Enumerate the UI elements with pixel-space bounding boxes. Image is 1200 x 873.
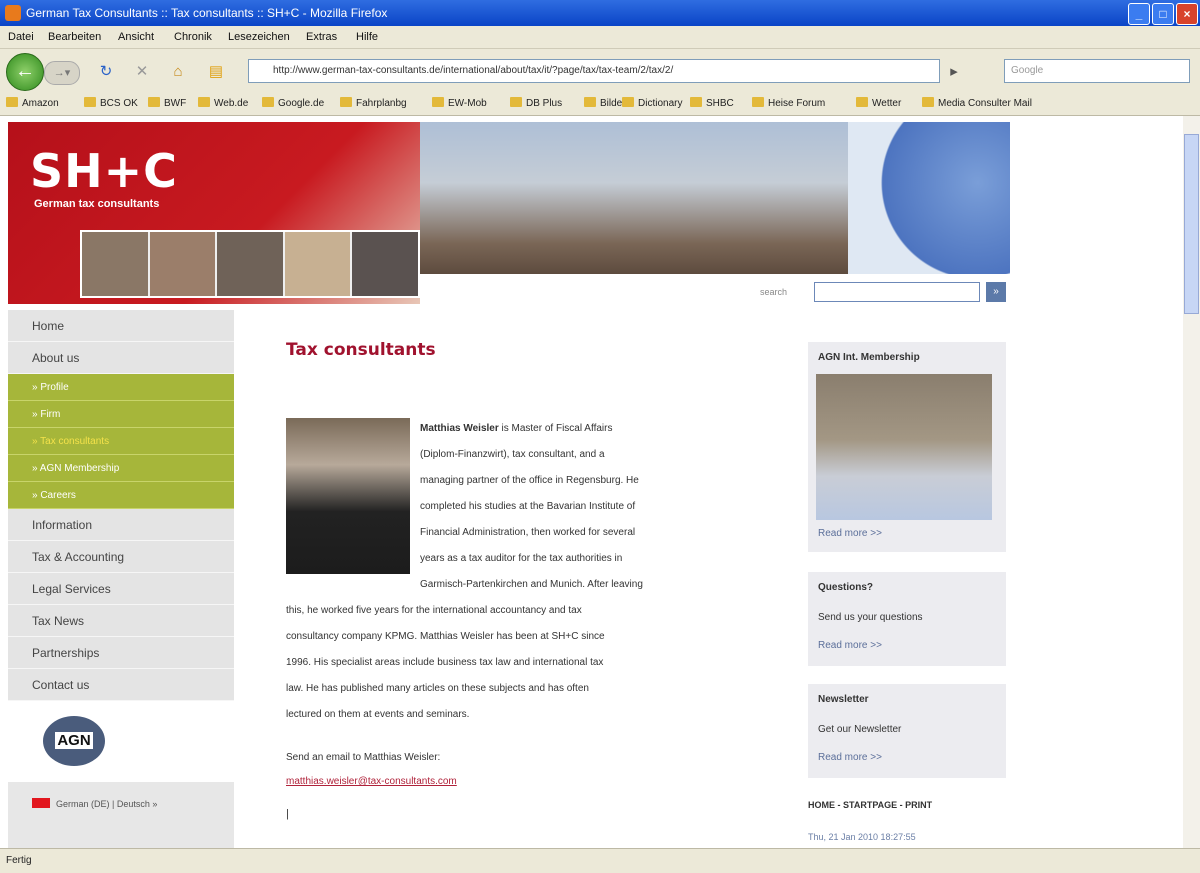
newsletter-read-more-link[interactable]: Read more >> — [818, 752, 882, 763]
bookmark-item[interactable]: EW-Mob — [432, 97, 487, 109]
status-bar: Fertig — [0, 848, 1200, 873]
bookmark-item[interactable]: Media Consulter Mail — [922, 97, 1032, 109]
nav-contact-us[interactable]: Contact us — [8, 669, 234, 701]
agn-membership-box: AGN Int. Membership Read more >> — [808, 342, 1006, 552]
header-banner-left: SH+C German tax consultants — [8, 122, 420, 304]
menu-help[interactable]: Hilfe — [356, 31, 378, 43]
home-icon[interactable]: ⌂ — [168, 62, 188, 82]
agn-logo-text: AGN — [55, 732, 93, 749]
url-text: http://www.german-tax-consultants.de/int… — [273, 65, 674, 76]
nav-information[interactable]: Information — [8, 509, 234, 541]
bookmark-item[interactable]: Bilder — [584, 97, 626, 109]
last-updated-date: Thu, 21 Jan 2010 18:27:55 — [808, 832, 916, 842]
nav-agn-membership[interactable]: » AGN Membership — [8, 455, 234, 482]
site-container: SH+C German tax consultants search » Hom… — [8, 122, 1010, 848]
newsletter-text: Get our Newsletter — [818, 724, 902, 735]
menu-file[interactable]: Datei — [8, 31, 34, 43]
bookmark-item[interactable]: Wetter — [856, 97, 901, 109]
bookmark-item[interactable]: Google.de — [262, 97, 324, 109]
bookmark-item[interactable]: Web.de — [198, 97, 248, 109]
nav-about-us[interactable]: About us — [8, 342, 234, 374]
site-nav: Home About us » Profile » Firm » Tax con… — [8, 310, 234, 701]
window-title: German Tax Consultants :: Tax consultant… — [26, 6, 388, 20]
site-search-input[interactable] — [814, 282, 980, 302]
window-titlebar: German Tax Consultants :: Tax consultant… — [0, 0, 1200, 26]
address-bar[interactable]: http://www.german-tax-consultants.de/int… — [248, 59, 940, 83]
menu-edit[interactable]: Bearbeiten — [48, 31, 101, 43]
bookmark-item[interactable]: Dictionary — [622, 97, 682, 109]
bookmark-item[interactable]: BWF — [148, 97, 186, 109]
bookmark-item[interactable]: Amazon — [6, 97, 59, 109]
bookmark-item[interactable]: Heise Forum — [752, 97, 825, 109]
newsletter-title: Newsletter — [818, 694, 869, 705]
logo-text: SH+C — [30, 144, 178, 198]
consultant-bio: Matthias Weisler is Master of Fiscal Aff… — [286, 423, 643, 720]
menubar: Datei Bearbeiten Ansicht Chronik Lesezei… — [0, 26, 1200, 49]
agn-logo[interactable]: AGN — [30, 708, 118, 774]
nav-partnerships[interactable]: Partnerships — [8, 637, 234, 669]
bookmark-item[interactable]: DB Plus — [510, 97, 562, 109]
europe-map-image — [848, 122, 1010, 274]
bookmark-item[interactable]: BCS OK — [84, 97, 138, 109]
questions-text: Send us your questions — [818, 612, 923, 623]
nav-careers[interactable]: » Careers — [8, 482, 234, 509]
newsletter-box: Newsletter Get our Newsletter Read more … — [808, 684, 1006, 778]
agn-membership-title: AGN Int. Membership — [818, 352, 920, 363]
nav-footer — [8, 782, 234, 848]
site-logo[interactable]: SH+C — [30, 144, 178, 198]
site-search-button[interactable]: » — [986, 282, 1006, 302]
nav-tax-consultants[interactable]: » Tax consultants — [8, 428, 234, 455]
nav-tax-news[interactable]: Tax News — [8, 605, 234, 637]
email-intro: Send an email to Matthias Weisler: — [286, 752, 441, 763]
page-title: Tax consultants — [286, 340, 436, 360]
email-link[interactable]: matthias.weisler@tax-consultants.com — [286, 776, 457, 787]
browser-search-input[interactable]: Google — [1004, 59, 1190, 83]
footer-links[interactable]: HOME - STARTPAGE - PRINT — [808, 800, 932, 810]
nav-tax-accounting[interactable]: Tax & Accounting — [8, 541, 234, 573]
main-content: Tax consultants Matthias Weisler is Mast… — [286, 340, 756, 820]
page-viewport: SH+C German tax consultants search » Hom… — [0, 116, 1183, 848]
bookmarks-toolbar: Amazon BCS OK BWF Web.de Google.de Fahrp… — [0, 93, 1200, 116]
language-label: German (DE) | Deutsch » — [56, 799, 158, 809]
minimize-button[interactable]: _ — [1128, 3, 1150, 25]
language-switch[interactable]: German (DE) | Deutsch » — [32, 798, 157, 809]
site-search-label: search — [760, 287, 788, 297]
questions-box: Questions? Send us your questions Read m… — [808, 572, 1006, 666]
scrollbar-thumb[interactable] — [1184, 134, 1199, 314]
maximize-button[interactable]: □ — [1152, 3, 1174, 25]
team-photos — [80, 230, 420, 298]
agn-membership-photo — [816, 374, 992, 520]
bookmark-icon[interactable]: ▤ — [206, 62, 226, 82]
menu-bookmarks[interactable]: Lesezeichen — [228, 31, 290, 43]
menu-tools[interactable]: Extras — [306, 31, 337, 43]
header-banner-image — [420, 122, 1010, 274]
nav-legal-services[interactable]: Legal Services — [8, 573, 234, 605]
nav-home[interactable]: Home — [8, 310, 234, 342]
text-cursor: | — [286, 808, 289, 820]
site-tagline: German tax consultants — [34, 198, 160, 210]
questions-read-more-link[interactable]: Read more >> — [818, 640, 882, 651]
navigation-toolbar: ← →▾ ↻ ✕ ⌂ ▤ http://www.german-tax-consu… — [0, 49, 1200, 93]
stop-icon[interactable]: ✕ — [132, 62, 152, 82]
menu-view[interactable]: Ansicht — [118, 31, 154, 43]
reload-icon[interactable]: ↻ — [96, 62, 116, 82]
nav-profile[interactable]: » Profile — [8, 374, 234, 401]
consultant-name: Matthias Weisler — [420, 423, 499, 434]
agn-read-more-link[interactable]: Read more >> — [818, 528, 882, 539]
flag-icon — [32, 798, 50, 808]
close-button[interactable]: × — [1176, 3, 1198, 25]
go-icon[interactable]: ▸ — [944, 62, 964, 82]
back-arrow-icon[interactable]: ← — [6, 53, 44, 91]
firefox-icon — [5, 5, 21, 21]
bookmark-item[interactable]: SHBC — [690, 97, 734, 109]
nav-firm[interactable]: » Firm — [8, 401, 234, 428]
bookmark-item[interactable]: Fahrplanbg — [340, 97, 407, 109]
questions-title: Questions? — [818, 582, 874, 593]
menu-history[interactable]: Chronik — [174, 31, 212, 43]
forward-arrow-icon[interactable]: →▾ — [44, 61, 80, 85]
status-text: Fertig — [6, 855, 32, 866]
